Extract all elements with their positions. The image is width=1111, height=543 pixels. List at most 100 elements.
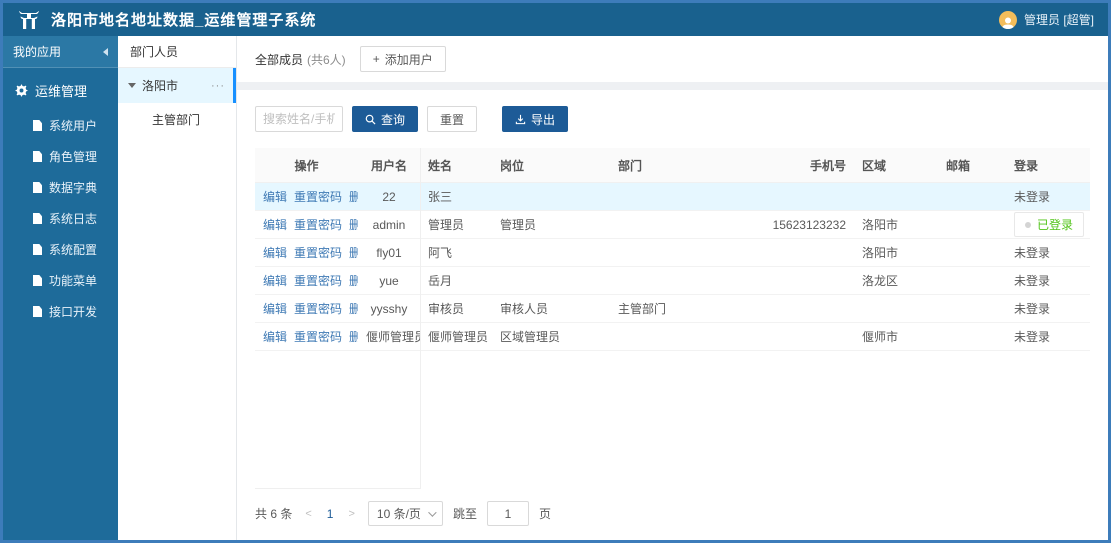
reset-password-link[interactable]: 重置密码 [294,190,342,204]
col-login: 登录 [1006,148,1090,183]
reset-password-link[interactable]: 重置密码 [294,274,342,288]
more-actions-icon[interactable]: ··· [211,80,225,92]
current-user-label[interactable]: 管理员 [超管] [1024,11,1094,28]
collapse-arrow-icon[interactable] [103,47,108,56]
cell-dept [610,266,762,295]
cell-phone [762,238,854,267]
sidebar-item-role-mgmt[interactable]: 角色管理 [3,141,118,172]
sidebar-item-label: 系统用户 [49,119,98,133]
delete-link[interactable]: 删除 [349,246,358,260]
edit-link[interactable]: 编辑 [263,330,287,344]
cell-phone [762,294,854,323]
cell-username: admin [358,210,420,239]
table-row[interactable]: 编辑重置密码删除 fly01 阿飞 洛阳市 未登录 正常 [255,238,1090,267]
cell-email [938,322,1006,351]
cell-dept [610,182,762,211]
sidebar-item-system-users[interactable]: 系统用户 [3,110,118,141]
next-page-button[interactable]: > [345,508,357,520]
page-size-select[interactable]: 10 条/页 [367,501,443,526]
sidebar-item-system-config[interactable]: 系统配置 [3,234,118,265]
cell-dept [610,322,762,351]
file-icon [33,306,42,317]
delete-link[interactable]: 删除 [349,274,358,288]
table-row[interactable]: 编辑重置密码删除 yysshy 审核员 审核人员 主管部门 未登录 正常 [255,294,1090,323]
caret-down-icon[interactable] [128,83,136,88]
search-input[interactable] [255,106,343,132]
delete-link[interactable]: 删除 [349,330,358,344]
reset-password-link[interactable]: 重置密码 [294,246,342,260]
current-page[interactable]: 1 [325,507,336,521]
edit-link[interactable]: 编辑 [263,274,287,288]
col-email: 邮箱 [938,148,1006,183]
main-area: 全部成员 (共6人) + 添加用户 查询 [237,36,1108,540]
query-label: 查询 [381,112,406,127]
search-toolbar: 查询 重置 导出 [237,90,1108,138]
table-row[interactable]: 编辑重置密码删除 admin 管理员 管理员 15623123232 洛阳市 [255,210,1090,239]
delete-link[interactable]: 删除 [349,218,358,232]
cell-username: yue [358,266,420,295]
tree-node-luoyang[interactable]: 洛阳市 ··· [118,68,236,103]
jump-page-input[interactable] [486,501,529,526]
sidebar-item-system-log[interactable]: 系统日志 [3,203,118,234]
sidebar-item-function-menu[interactable]: 功能菜单 [3,265,118,296]
add-user-label: 添加用户 [384,52,433,67]
reset-password-link[interactable]: 重置密码 [294,302,342,316]
edit-link[interactable]: 编辑 [263,302,287,316]
col-actions: 操作 [255,148,358,183]
reset-label: 重置 [440,112,465,127]
tree-node-主管部门[interactable]: 主管部门 [118,103,236,136]
file-icon [33,120,42,131]
add-user-button[interactable]: + 添加用户 [359,46,446,72]
table-row[interactable]: 编辑重置密码删除 22 张三 未登录 禁用 [255,182,1090,211]
sidebar-item-api-dev[interactable]: 接口开发 [3,296,118,327]
cell-email [938,182,1006,211]
delete-link[interactable]: 删除 [349,302,358,316]
query-button[interactable]: 查询 [352,106,419,132]
cell-username: yysshy [358,294,420,323]
sidebar-item-label: 数据字典 [49,181,98,195]
cell-login: 未登录 [1006,182,1090,211]
page-title: 洛阳市地名地址数据_运维管理子系统 [51,12,317,29]
edit-link[interactable]: 编辑 [263,246,287,260]
export-button[interactable]: 导出 [502,106,569,132]
prev-page-button[interactable]: < [302,508,314,520]
reset-button[interactable]: 重置 [427,106,478,132]
archway-logo-icon [17,9,41,31]
user-avatar[interactable] [998,10,1017,29]
cell-login: 未登录 [1006,238,1090,267]
cell-phone: 15623123232 [762,210,854,239]
cell-login: 未登录 [1006,266,1090,295]
sidebar-group-ops[interactable]: 运维管理 [3,68,118,110]
cell-email [938,294,1006,323]
total-count-label: 共 6 条 [255,507,293,521]
file-icon [33,213,42,224]
sidebar-item-label: 系统配置 [49,243,98,257]
topbar: 洛阳市地名地址数据_运维管理子系统 管理员 [超管] [3,3,1108,36]
cell-login: 已登录 [1006,210,1090,239]
delete-link[interactable]: 删除 [349,190,358,204]
plus-icon: + [372,52,380,66]
reset-password-link[interactable]: 重置密码 [294,218,342,232]
cell-dept [610,210,762,239]
jump-unit-label: 页 [538,507,551,521]
table-row[interactable]: 编辑重置密码删除 偃师管理员 偃师管理员 区域管理员 偃师市 未登录 正 [255,322,1090,351]
cell-region [854,182,938,211]
reset-password-link[interactable]: 重置密码 [294,330,342,344]
cell-email [938,266,1006,295]
edit-link[interactable]: 编辑 [263,190,287,204]
sidebar-group-label: 运维管理 [35,84,88,99]
cell-login: 未登录 [1006,322,1090,351]
cell-region: 偃师市 [854,322,938,351]
cell-name: 阿飞 [420,238,492,267]
cell-name: 张三 [420,182,492,211]
cell-post [492,266,610,295]
table-row[interactable]: 编辑重置密码删除 yue 岳月 洛龙区 未登录 正常 [255,266,1090,295]
sidebar-header-label: 我的应用 [13,45,62,59]
edit-link[interactable]: 编辑 [263,218,287,232]
sidebar-header[interactable]: 我的应用 [3,36,118,68]
cell-phone [762,266,854,295]
file-icon [33,151,42,162]
sidebar-item-label: 接口开发 [49,305,98,319]
sidebar: 我的应用 运维管理 系统用户 角色管理 数据字典 系统日志 系统配置 功能菜单 … [3,36,118,540]
sidebar-item-data-dict[interactable]: 数据字典 [3,172,118,203]
